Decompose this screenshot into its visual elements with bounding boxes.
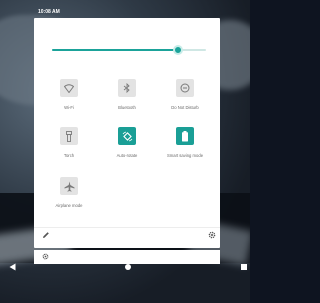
- recents-square-icon[interactable]: [241, 264, 247, 270]
- tile-do-not-disturb[interactable]: Do Not Disturb: [155, 79, 215, 110]
- tile-bluetooth-label: Bluetooth: [118, 105, 136, 110]
- tile-smart-saving-label: Smart saving mode: [166, 153, 204, 158]
- wifi-icon: [64, 83, 74, 93]
- tile-smart-saving-mode[interactable]: Smart saving mode: [155, 127, 215, 158]
- back-triangle-icon[interactable]: [9, 263, 16, 271]
- do-not-disturb-icon: [180, 83, 190, 93]
- tile-auto-rotate[interactable]: Auto-rotate: [97, 127, 157, 158]
- tile-wifi-icon-box: [60, 79, 78, 97]
- panel-divider: [34, 227, 220, 228]
- tile-bluetooth[interactable]: Bluetooth: [97, 79, 157, 110]
- brightness-slider-thumb[interactable]: [173, 45, 184, 55]
- tile-torch-label: Torch: [63, 153, 75, 158]
- tile-airplane-icon-box: [60, 177, 78, 195]
- tile-auto-rotate-label: Auto-rotate: [116, 153, 138, 158]
- quick-settings-panel: Wi-Fi Bluetooth Do Not Disturb Torch Aut…: [34, 18, 220, 248]
- bluetooth-icon: [123, 83, 130, 93]
- auto-rotate-icon: [122, 131, 132, 141]
- navigation-bar: [0, 256, 250, 278]
- tile-airplane-mode[interactable]: Airplane mode: [39, 177, 99, 208]
- status-time: 10:08 AM: [38, 9, 60, 15]
- tile-dnd-label: Do Not Disturb: [171, 105, 199, 110]
- tile-bluetooth-icon-box: [118, 79, 136, 97]
- home-dot-icon[interactable]: [125, 264, 131, 270]
- battery-saver-icon: [182, 130, 188, 141]
- brightness-slider[interactable]: [52, 45, 206, 55]
- tile-torch[interactable]: Torch: [39, 127, 99, 158]
- brightness-slider-fill: [52, 49, 179, 51]
- tile-torch-icon-box: [60, 127, 78, 145]
- tile-airplane-label: Airplane mode: [55, 203, 83, 208]
- airplane-icon: [64, 181, 74, 192]
- edit-pencil-icon[interactable]: [42, 231, 50, 239]
- settings-gear-icon[interactable]: [208, 231, 216, 239]
- tile-wifi-label: Wi-Fi: [64, 105, 74, 110]
- tile-smart-saving-icon-box: [176, 127, 194, 145]
- tile-dnd-icon-box: [176, 79, 194, 97]
- tile-auto-rotate-icon-box: [118, 127, 136, 145]
- tile-wifi[interactable]: Wi-Fi: [39, 79, 99, 110]
- status-bar: 10:08 AM: [0, 0, 250, 20]
- torch-icon: [66, 130, 72, 142]
